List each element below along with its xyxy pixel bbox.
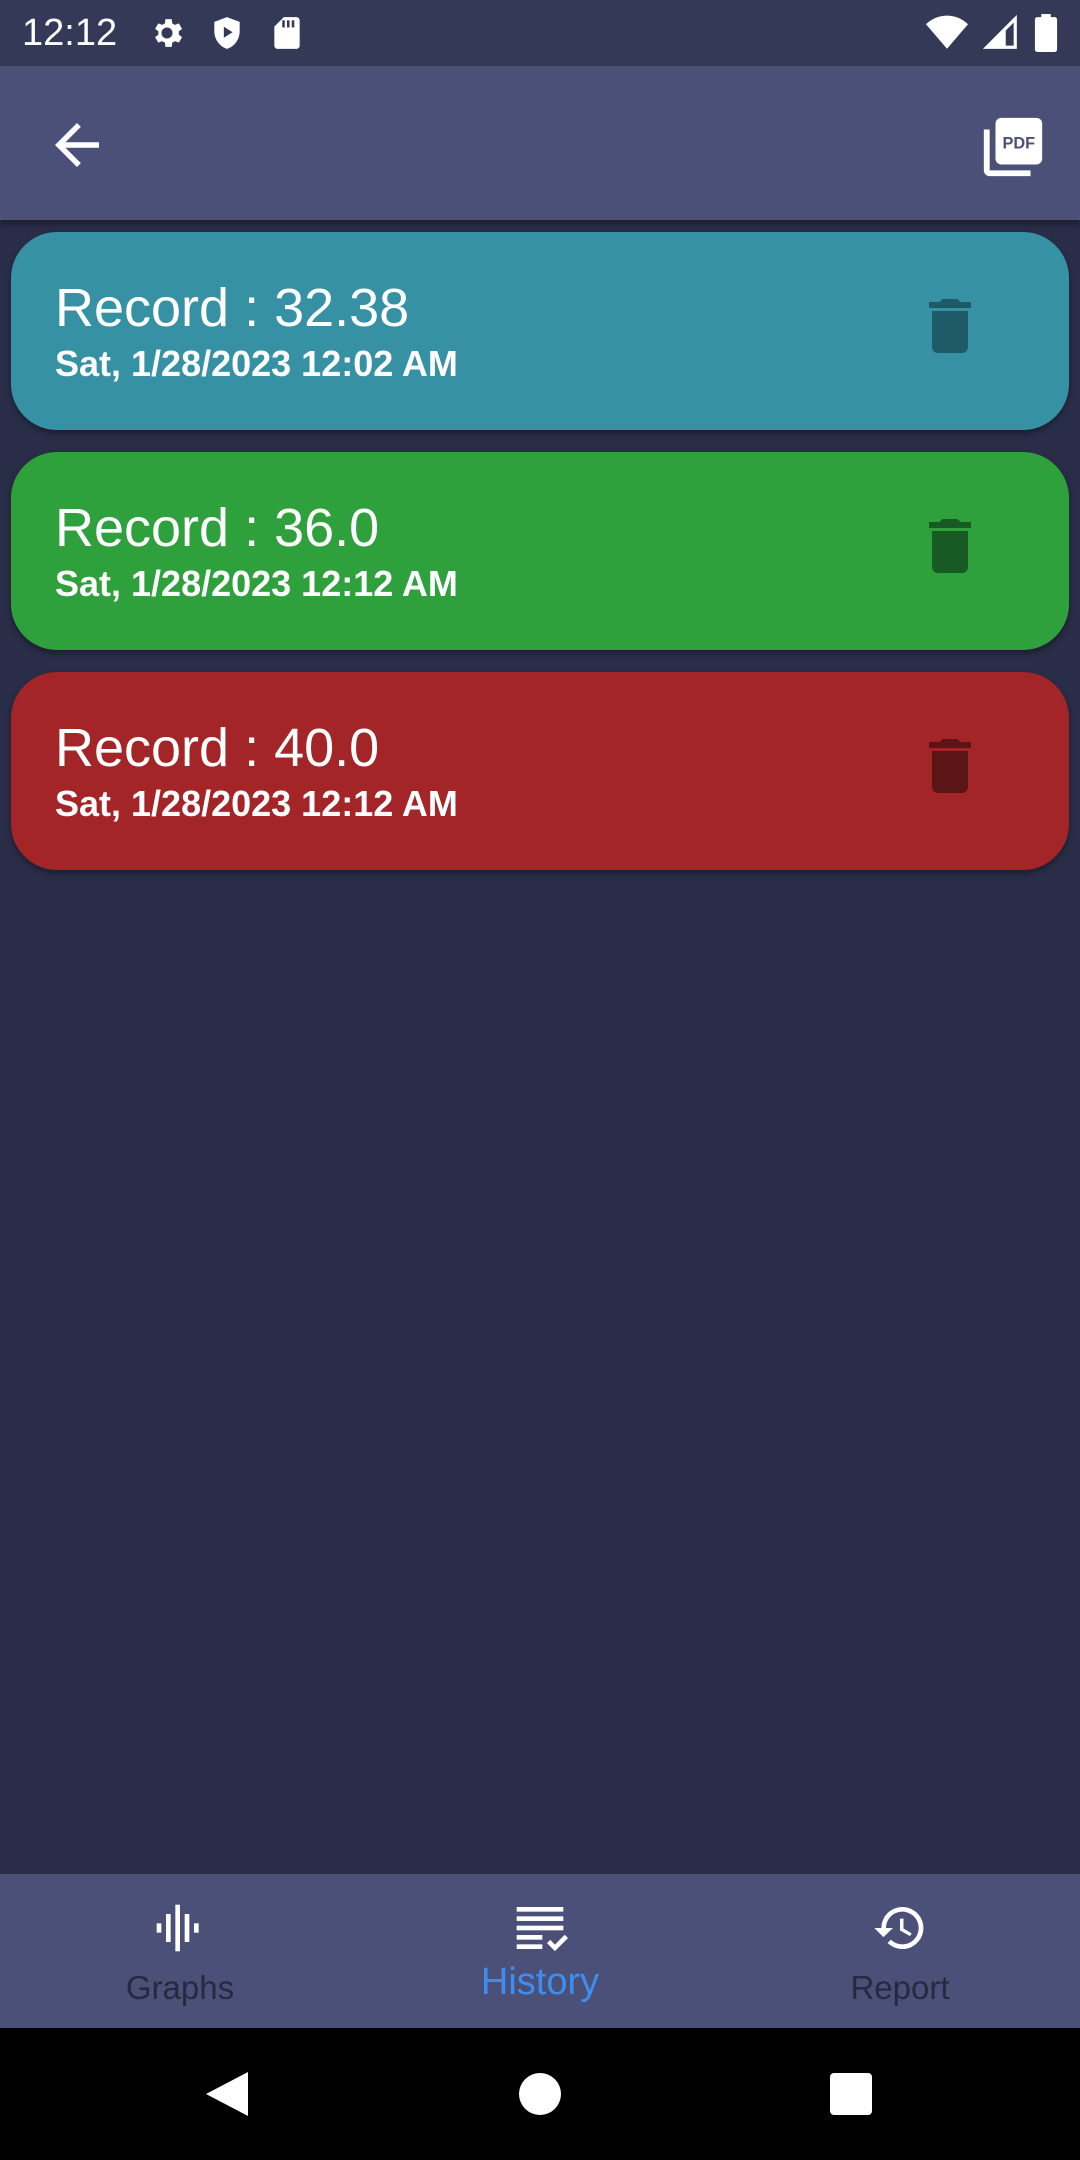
status-bar: 12:12	[0, 0, 1080, 66]
record-date: Sat, 1/28/2023 12:12 AM	[55, 563, 458, 604]
back-button[interactable]	[44, 112, 110, 178]
checklist-icon	[516, 1907, 568, 1952]
tab-graphs-label: Graphs	[125, 1969, 235, 2006]
trash-icon	[929, 739, 971, 793]
export-pdf-button[interactable]: PDF	[978, 112, 1048, 182]
shield-play-icon	[214, 17, 240, 49]
nav-home-icon[interactable]	[518, 2072, 562, 2116]
record-card[interactable]: Record : 40.0 Sat, 1/28/2023 12:12 AM	[11, 672, 1069, 870]
record-card[interactable]: Record : 32.38 Sat, 1/28/2023 12:02 AM	[11, 232, 1069, 430]
trash-icon	[929, 299, 971, 353]
status-time: 12:12	[22, 12, 118, 54]
record-title: Record : 40.0	[55, 718, 380, 778]
record-title: Record : 36.0	[55, 498, 380, 558]
battery-icon	[1034, 14, 1058, 52]
delete-button[interactable]	[929, 738, 971, 794]
arrow-back-icon	[55, 123, 99, 167]
delete-button[interactable]	[929, 518, 971, 574]
waveform-icon	[156, 1904, 199, 1952]
wifi-icon	[926, 15, 968, 49]
app-bar: PDF	[0, 66, 1080, 220]
delete-button[interactable]	[929, 298, 971, 354]
record-title: Record : 32.38	[55, 278, 410, 338]
svg-text:PDF: PDF	[1002, 135, 1035, 153]
tab-graphs[interactable]: Graphs	[0, 1874, 360, 2028]
nav-recents-icon[interactable]	[829, 2072, 873, 2116]
bottom-nav: Graphs History Report	[0, 1874, 1080, 2028]
pdf-icon: PDF	[983, 117, 1043, 177]
record-date: Sat, 1/28/2023 12:12 AM	[55, 783, 458, 824]
nav-back-icon[interactable]	[204, 2070, 250, 2118]
record-date: Sat, 1/28/2023 12:02 AM	[55, 343, 458, 384]
cell-signal-icon	[982, 14, 1017, 49]
settings-icon	[155, 19, 183, 47]
history-clock-icon	[874, 1906, 924, 1949]
sd-card-icon	[274, 17, 300, 49]
tab-report-label: Report	[850, 1969, 950, 2006]
tab-history-label: History	[480, 1961, 600, 2003]
tab-history[interactable]: History	[360, 1874, 720, 2028]
trash-icon	[929, 519, 971, 573]
system-nav-bar	[0, 2028, 1080, 2160]
tab-report[interactable]: Report	[720, 1874, 1080, 2028]
record-card[interactable]: Record : 36.0 Sat, 1/28/2023 12:12 AM	[11, 452, 1069, 650]
